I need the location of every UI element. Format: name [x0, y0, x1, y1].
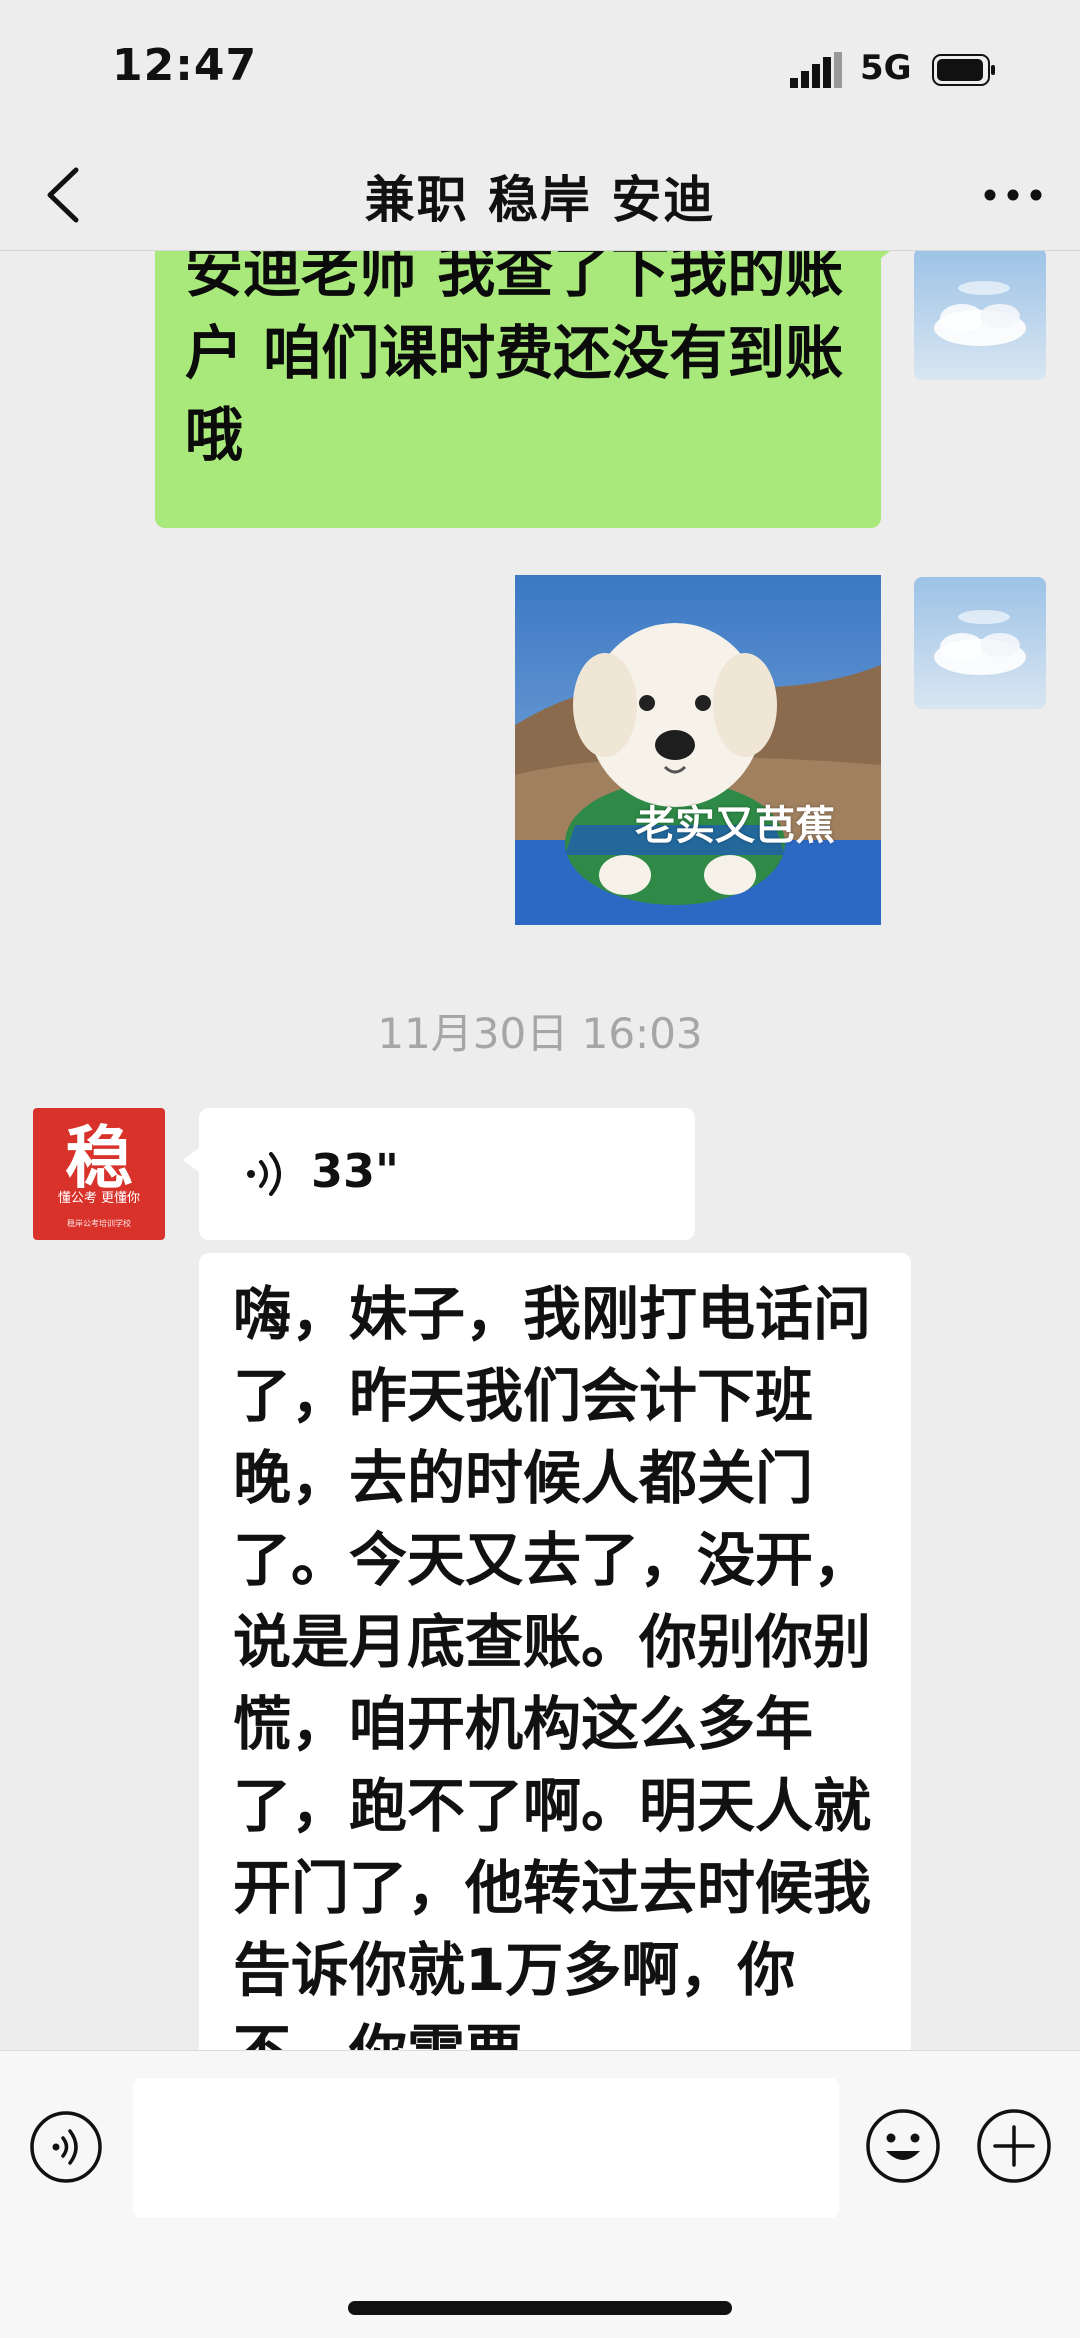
- incoming-message[interactable]: 嗨，妹子，我刚打电话问了，昨天我们会计下班晚，去的时候人都关门了。今天又去了，没…: [199, 1253, 911, 2050]
- smiley-icon[interactable]: [864, 2107, 942, 2185]
- outgoing-message[interactable]: 安迪老师 我查了下我的账户 咱们课时费还没有到账哦: [155, 250, 897, 528]
- contact-avatar[interactable]: 稳 懂公考 更懂你 稳岸公考培训学校: [33, 1108, 165, 1240]
- message-input[interactable]: [133, 2078, 839, 2218]
- puppy-sticker-image: [515, 575, 881, 925]
- network-type: 5G: [860, 48, 912, 88]
- logo-char: 稳: [65, 1120, 133, 1199]
- my-avatar[interactable]: [914, 250, 1046, 380]
- sky-avatar-image: [914, 250, 1046, 380]
- voice-wave-icon: [247, 1152, 281, 1196]
- logo-subtext: 稳岸公考培训学校: [67, 1218, 131, 1228]
- nav-bar: 兼职 稳岸 安迪: [0, 140, 1080, 251]
- wenan-logo-icon: 稳 懂公考 更懂你 稳岸公考培训学校: [33, 1108, 165, 1240]
- sticker-caption: 老实又芭蕉: [635, 803, 835, 849]
- home-indicator[interactable]: [348, 2301, 732, 2315]
- battery-icon: [932, 54, 995, 86]
- status-bar: 12:47 5G: [0, 0, 1080, 140]
- signal-icon: [790, 52, 842, 88]
- chat-title: 兼职 稳岸 安迪: [364, 171, 716, 229]
- logo-slogan: 懂公考 更懂你: [58, 1191, 140, 1206]
- my-avatar[interactable]: [914, 577, 1046, 709]
- sky-avatar-image: [914, 577, 1046, 709]
- voice-message[interactable]: 33": [183, 1108, 695, 1240]
- more-dots-icon[interactable]: [980, 168, 1046, 222]
- puppy-sticker[interactable]: 老实又芭蕉: [515, 575, 881, 925]
- chat-area[interactable]: 安迪老师 我查了下我的账户 咱们课时费还没有到账哦 老实又芭蕉 11月30日 1…: [0, 250, 1080, 2050]
- plus-circle-icon[interactable]: [975, 2107, 1053, 2185]
- status-time: 12:47: [112, 40, 258, 91]
- input-bar: [0, 2050, 1080, 2338]
- voice-duration: 33": [311, 1144, 399, 1198]
- message-timestamp: 11月30日 16:03: [377, 1009, 703, 1058]
- voice-input-icon[interactable]: [28, 2109, 104, 2185]
